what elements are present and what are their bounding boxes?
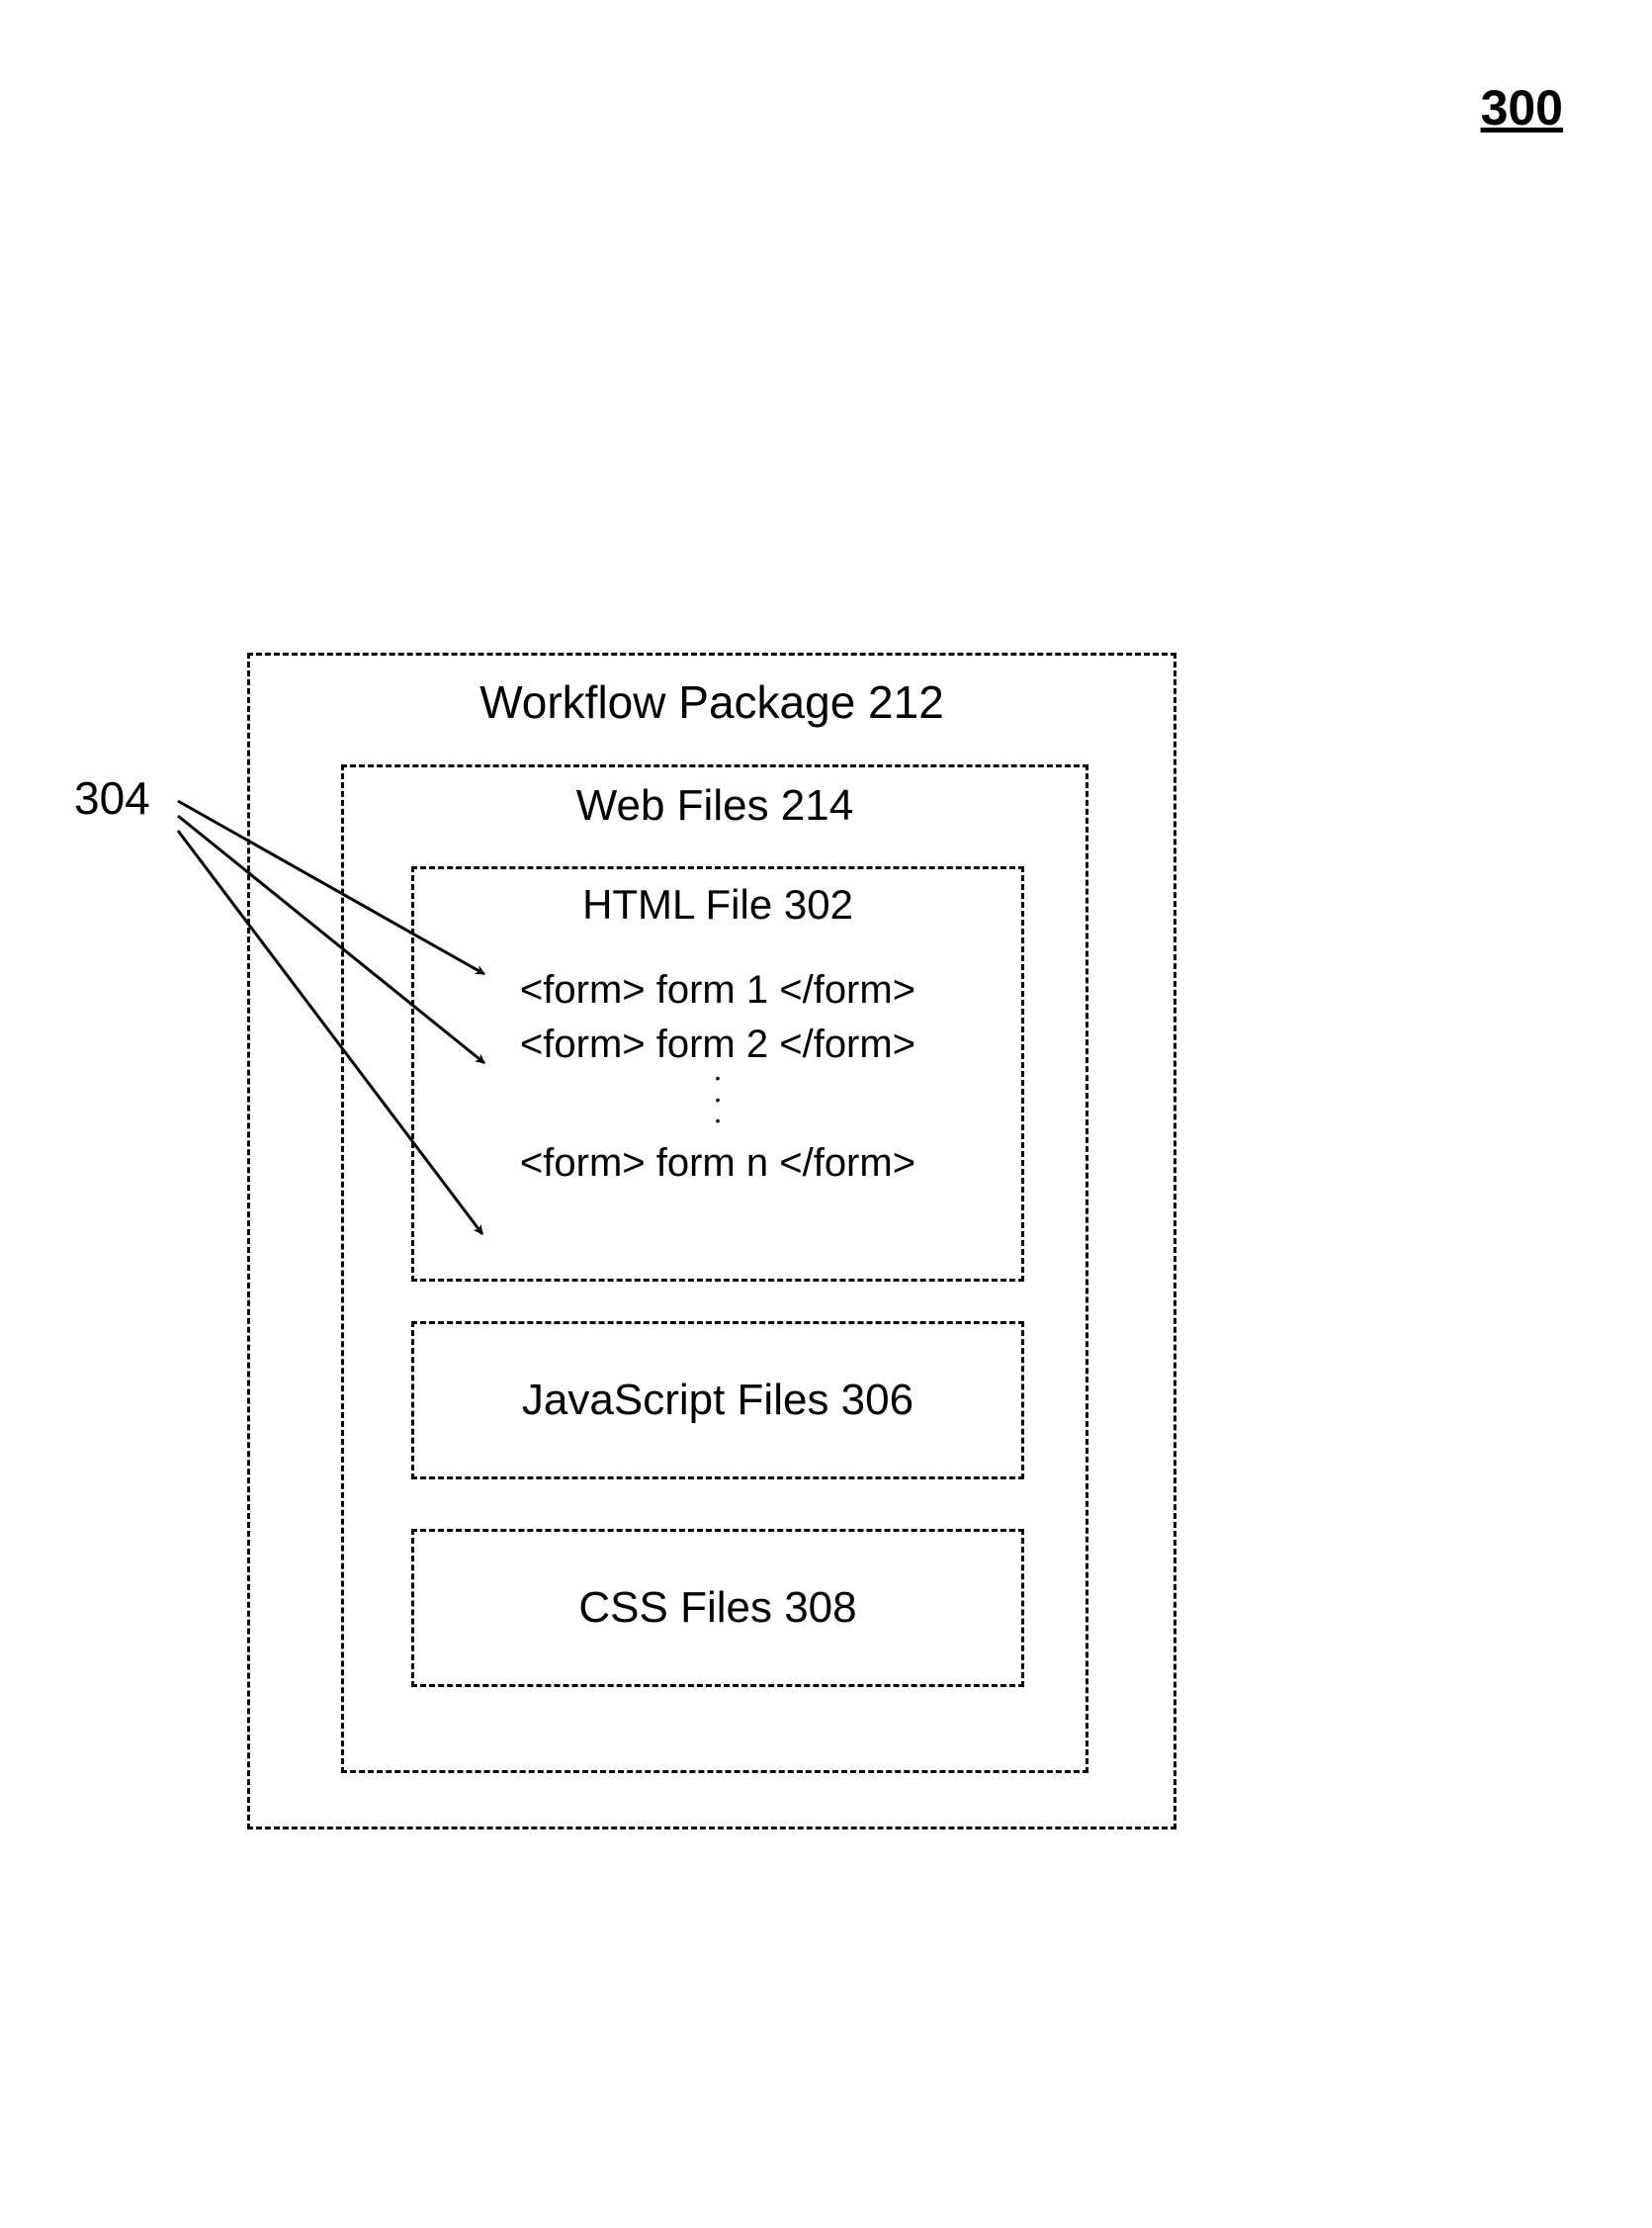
html-file-box: HTML File 302 <form> form 1 </form> <for… <box>411 866 1024 1282</box>
ellipsis-dot: • <box>414 1112 1021 1131</box>
html-file-title: HTML File 302 <box>414 881 1021 929</box>
figure-number: 300 <box>1481 79 1563 136</box>
reference-304: 304 <box>74 771 150 825</box>
form-n: <form> form n </form> <box>414 1141 1021 1186</box>
css-files-label: CSS Files 308 <box>578 1583 856 1633</box>
css-files-box: CSS Files 308 <box>411 1529 1024 1687</box>
javascript-files-label: JavaScript Files 306 <box>522 1376 913 1425</box>
workflow-package-title: Workflow Package 212 <box>250 675 1174 729</box>
web-files-title: Web Files 214 <box>344 781 1086 831</box>
form-2: <form> form 2 </form> <box>414 1023 1021 1067</box>
form-1: <form> form 1 </form> <box>414 968 1021 1013</box>
ellipsis-dot: • <box>414 1091 1021 1111</box>
workflow-package-box: Workflow Package 212 Web Files 214 HTML … <box>247 653 1176 1829</box>
web-files-box: Web Files 214 HTML File 302 <form> form … <box>341 764 1088 1773</box>
ellipsis-dot: • <box>414 1069 1021 1089</box>
javascript-files-box: JavaScript Files 306 <box>411 1321 1024 1479</box>
